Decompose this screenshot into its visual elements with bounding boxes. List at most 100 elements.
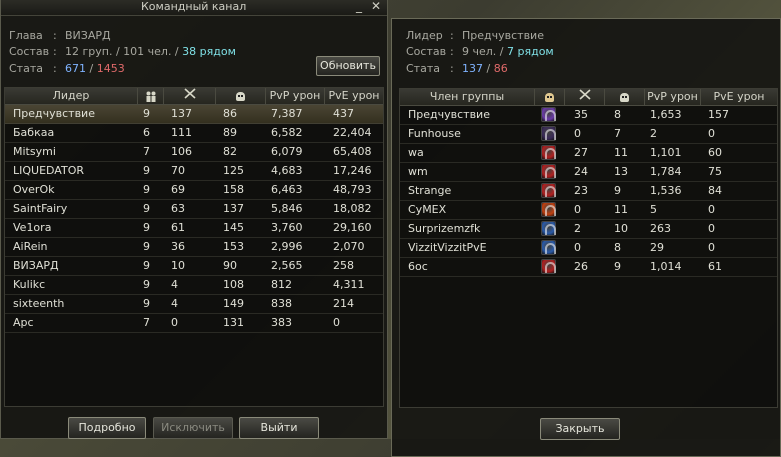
- table-cell: 137: [223, 202, 244, 215]
- col-member-deaths[interactable]: [604, 89, 644, 105]
- table-row[interactable]: Предчувствие 9 137 86 7,387 437: [5, 105, 383, 124]
- table-cell: 75: [708, 165, 722, 178]
- table-row[interactable]: Ve1ora 9 61 145 3,760 29,160: [5, 219, 383, 238]
- col-members[interactable]: [137, 88, 163, 104]
- command-channel-titlebar[interactable]: Командный канал _ ✕: [1, 0, 387, 16]
- table-cell: 2,996: [271, 240, 303, 253]
- party-info: Лидер : Предчувствие Состав : 9 чел. / 7…: [406, 29, 554, 75]
- table-cell: 29: [650, 241, 664, 254]
- table-cell: 6,582: [271, 126, 303, 139]
- table-cell: 6,079: [271, 145, 303, 158]
- table-row[interactable]: OverOk 9 69 158 6,463 48,793: [5, 181, 383, 200]
- skull-icon: [236, 91, 245, 101]
- table-row[interactable]: SaintFairy 9 63 137 5,846 18,082: [5, 200, 383, 219]
- table-cell: 2,565: [271, 259, 303, 272]
- table-cell: 11: [614, 146, 628, 159]
- table-row[interactable]: ВИЗАРД 9 10 90 2,565 258: [5, 257, 383, 276]
- table-cell: Mitsymi: [13, 145, 56, 158]
- table-cell: 8: [614, 241, 621, 254]
- table-cell: 84: [708, 184, 722, 197]
- table-cell: 6: [143, 126, 150, 139]
- stats-label: Стата: [9, 62, 43, 75]
- swords-icon: [578, 89, 591, 105]
- list-item[interactable]: Funhouse 0 7 2 0: [400, 125, 777, 144]
- table-cell: VizzitVizzitPvE: [408, 241, 487, 254]
- table-row[interactable]: LIQUEDATOR 9 70 125 4,683 17,246: [5, 162, 383, 181]
- table-cell: 61: [171, 221, 185, 234]
- table-cell: 70: [171, 164, 185, 177]
- table-row[interactable]: sixteenth 9 4 149 838 214: [5, 295, 383, 314]
- members-table-header: Член группы PvP урон PvE урон: [400, 89, 777, 106]
- table-cell: sixteenth: [13, 297, 65, 310]
- table-cell: 48,793: [333, 183, 372, 196]
- col-member-kills[interactable]: [564, 89, 604, 105]
- col-member[interactable]: Член группы: [400, 89, 534, 105]
- table-cell: Strange: [408, 184, 452, 197]
- table-row[interactable]: AiRein 9 36 153 2,996 2,070: [5, 238, 383, 257]
- table-row[interactable]: Apc 7 0 131 383 0: [5, 314, 383, 333]
- list-item[interactable]: VizzitVizzitPvE 0 8 29 0: [400, 239, 777, 258]
- details-button[interactable]: Подробно: [68, 417, 146, 439]
- party-leader-value: Предчувствие: [462, 29, 544, 42]
- table-cell: 9: [143, 240, 150, 253]
- table-cell: Apc: [13, 316, 34, 329]
- list-item[interactable]: 6oc 26 9 1,014 61: [400, 258, 777, 277]
- table-row[interactable]: Mitsymi 7 106 82 6,079 65,408: [5, 143, 383, 162]
- table-cell: 0: [333, 316, 340, 329]
- table-cell: 9: [143, 278, 150, 291]
- col-member-pve[interactable]: PvE урон: [700, 89, 777, 105]
- table-cell: 383: [271, 316, 292, 329]
- table-cell: 3,760: [271, 221, 303, 234]
- table-row[interactable]: Бабкаа 6 111 89 6,582 22,404: [5, 124, 383, 143]
- table-cell: wm: [408, 165, 428, 178]
- list-item[interactable]: CyMEX 0 11 5 0: [400, 201, 777, 220]
- table-cell: 108: [223, 278, 244, 291]
- table-cell: 89: [223, 126, 237, 139]
- table-cell: OverOk: [13, 183, 55, 196]
- col-pve[interactable]: PvE урон: [324, 88, 383, 104]
- col-pvp[interactable]: PvP урон: [265, 88, 324, 104]
- class-icon: [541, 164, 556, 179]
- col-member-pvp[interactable]: PvP урон: [644, 89, 700, 105]
- table-cell: 7: [143, 316, 150, 329]
- leader-value: ВИЗАРД: [65, 29, 111, 42]
- table-cell: 18,082: [333, 202, 372, 215]
- table-cell: 0: [574, 241, 581, 254]
- table-cell: 10: [171, 259, 185, 272]
- table-cell: 0: [574, 203, 581, 216]
- table-cell: 27: [574, 146, 588, 159]
- table-cell: 0: [708, 241, 715, 254]
- table-cell: 86: [223, 107, 237, 120]
- list-item[interactable]: wm 24 13 1,784 75: [400, 163, 777, 182]
- list-item[interactable]: Surprizemzfk 2 10 263 0: [400, 220, 777, 239]
- exclude-button[interactable]: Исключить: [153, 417, 233, 439]
- table-cell: 61: [708, 260, 722, 273]
- table-cell: 0: [171, 316, 178, 329]
- table-cell: 214: [333, 297, 354, 310]
- table-row[interactable]: Kulikc 9 4 108 812 4,311: [5, 276, 383, 295]
- col-class[interactable]: [534, 89, 564, 105]
- close-button[interactable]: Закрыть: [540, 418, 620, 440]
- table-cell: 9: [143, 183, 150, 196]
- stats-value: 671 / 1453: [65, 62, 125, 75]
- table-cell: 1,653: [650, 108, 682, 121]
- table-cell: 157: [708, 108, 729, 121]
- close-icon[interactable]: ✕: [370, 0, 382, 13]
- refresh-button[interactable]: Обновить: [316, 56, 380, 76]
- skull-icon: [620, 92, 629, 102]
- table-cell: 7: [143, 145, 150, 158]
- list-item[interactable]: Предчувствие 35 8 1,653 157: [400, 106, 777, 125]
- col-deaths[interactable]: [215, 88, 265, 104]
- exit-button[interactable]: Выйти: [239, 417, 319, 439]
- groups-table-body: Предчувствие 9 137 86 7,387 437 Бабкаа 6 111 89 6,…: [5, 105, 383, 333]
- table-cell: Surprizemzfk: [408, 222, 481, 235]
- minimize-icon[interactable]: _: [353, 0, 365, 13]
- table-cell: 1,536: [650, 184, 682, 197]
- list-item[interactable]: wa 27 11 1,101 60: [400, 144, 777, 163]
- table-cell: 6,463: [271, 183, 303, 196]
- col-kills[interactable]: [163, 88, 215, 104]
- table-cell: 4: [171, 278, 178, 291]
- list-item[interactable]: Strange 23 9 1,536 84: [400, 182, 777, 201]
- table-cell: 7: [614, 127, 621, 140]
- col-leader[interactable]: Лидер: [5, 88, 137, 104]
